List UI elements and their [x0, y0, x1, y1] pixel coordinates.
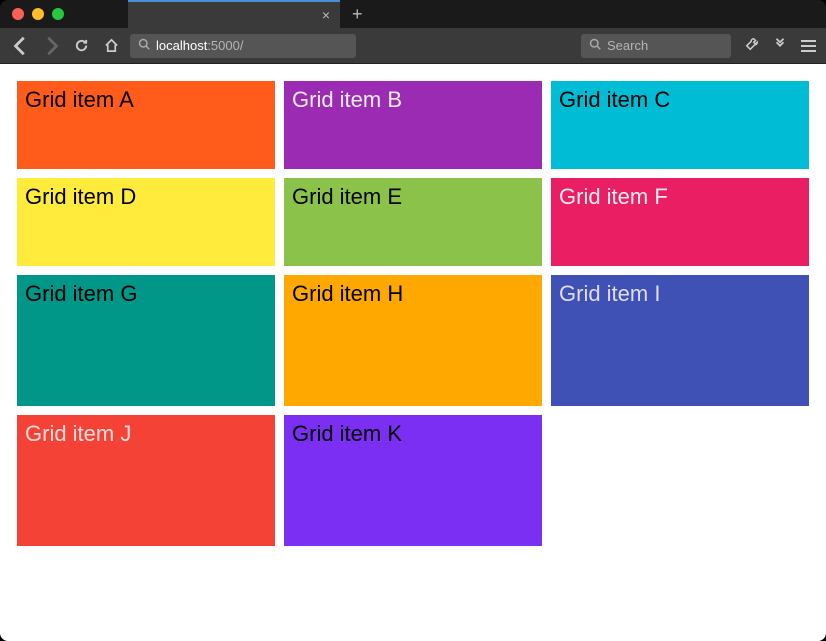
grid-item-label: Grid item J	[25, 421, 131, 446]
grid-item: Grid item D	[17, 178, 275, 266]
browser-tab[interactable]: ×	[128, 0, 340, 28]
grid-item-label: Grid item H	[292, 281, 403, 306]
overflow-icon[interactable]	[773, 37, 787, 55]
grid-item-label: Grid item B	[292, 87, 402, 112]
back-button[interactable]	[10, 35, 32, 57]
grid-container: Grid item A Grid item B Grid item C Grid it…	[17, 81, 809, 546]
grid-item: Grid item J	[17, 415, 275, 546]
reload-button[interactable]	[70, 38, 92, 53]
grid-item: Grid item C	[551, 81, 809, 169]
toolbar-right	[739, 37, 816, 55]
tabstrip: × +	[128, 0, 826, 28]
grid-item: Grid item B	[284, 81, 542, 169]
search-icon	[589, 38, 601, 53]
grid-item-label: Grid item D	[25, 184, 136, 209]
titlebar: × +	[0, 0, 826, 28]
new-tab-button[interactable]: +	[340, 0, 375, 28]
forward-button[interactable]	[40, 35, 62, 57]
grid-item: Grid item G	[17, 275, 275, 406]
window-controls	[0, 8, 128, 20]
grid-item-label: Grid item I	[559, 281, 660, 306]
maximize-window-button[interactable]	[52, 8, 64, 20]
grid-item: Grid item K	[284, 415, 542, 546]
page-content: Grid item A Grid item B Grid item C Grid it…	[0, 64, 826, 641]
grid-item: Grid item I	[551, 275, 809, 406]
grid-item-label: Grid item K	[292, 421, 402, 446]
grid-item-label: Grid item A	[25, 87, 134, 112]
grid-item: Grid item F	[551, 178, 809, 266]
grid-item-label: Grid item G	[25, 281, 137, 306]
devtools-icon[interactable]	[745, 37, 759, 55]
search-placeholder: Search	[607, 38, 648, 53]
grid-item-label: Grid item C	[559, 87, 670, 112]
menu-icon[interactable]	[801, 40, 816, 52]
home-button[interactable]	[100, 38, 122, 53]
grid-item-label: Grid item E	[292, 184, 402, 209]
toolbar: localhost:5000/ Search	[0, 28, 826, 64]
url-path: :5000/	[207, 38, 243, 53]
grid-item: Grid item E	[284, 178, 542, 266]
minimize-window-button[interactable]	[32, 8, 44, 20]
search-bar[interactable]: Search	[581, 34, 731, 58]
grid-item: Grid item H	[284, 275, 542, 406]
browser-window: × + localhost:5000/	[0, 0, 826, 641]
url-bar[interactable]: localhost:5000/	[130, 34, 356, 58]
search-icon	[138, 38, 150, 53]
close-tab-icon[interactable]: ×	[322, 7, 330, 23]
close-window-button[interactable]	[12, 8, 24, 20]
url-host: localhost	[156, 38, 207, 53]
grid-item: Grid item A	[17, 81, 275, 169]
grid-item-label: Grid item F	[559, 184, 668, 209]
